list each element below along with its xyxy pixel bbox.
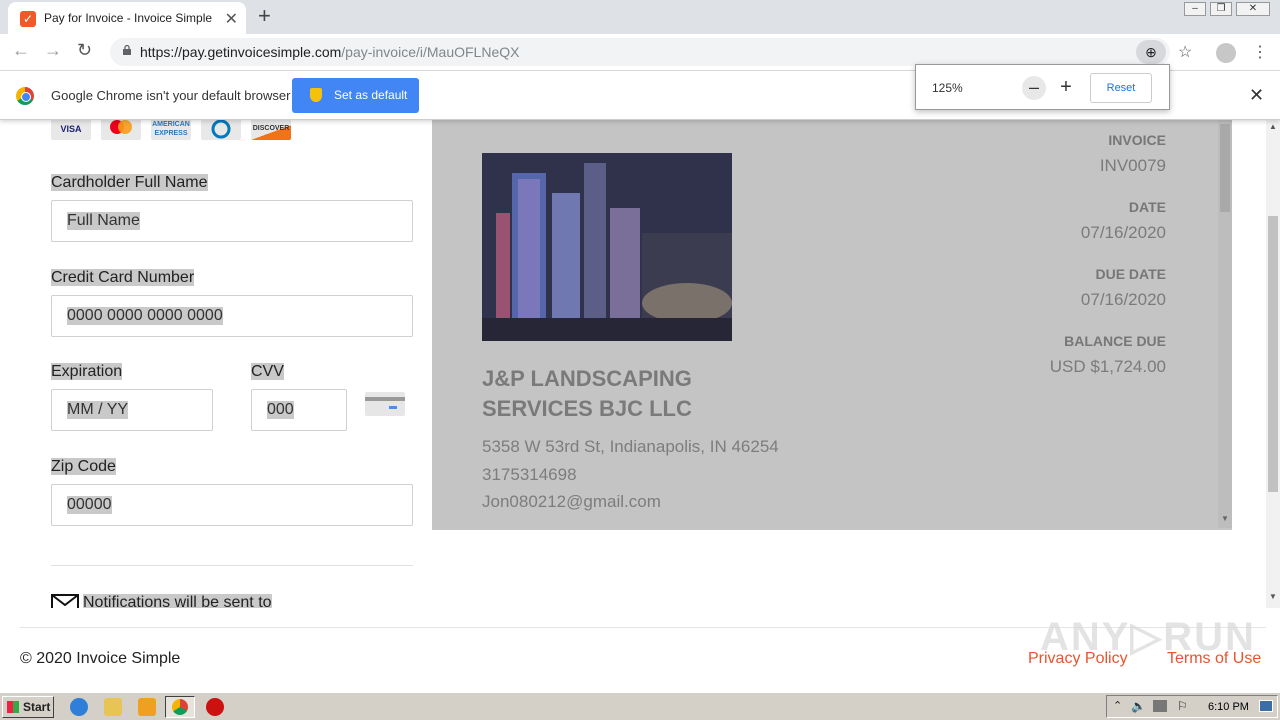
- windows-flag-icon: [7, 701, 19, 713]
- zoom-popup: 125% – + Reset: [915, 64, 1170, 110]
- card-logos: VISA AMERICAN EXPRESS DISCOVER: [51, 120, 291, 140]
- chrome-logo-icon: [16, 87, 34, 105]
- cvv-label: CVV: [251, 363, 284, 380]
- invoice-scroll-thumb[interactable]: [1220, 124, 1230, 212]
- zip-code-input[interactable]: 00000: [51, 484, 413, 526]
- envelope-icon: [51, 594, 79, 608]
- profile-avatar-icon[interactable]: [1216, 43, 1236, 63]
- business-name: J&P LANDSCAPING SERVICES BJC LLC: [482, 366, 692, 421]
- bookmark-star-icon[interactable]: ☆: [1178, 42, 1192, 62]
- shield-icon: [310, 88, 322, 102]
- notifications-text: Notifications will be sent to: [83, 594, 272, 608]
- expiration-placeholder: MM / YY: [67, 401, 129, 419]
- cardholder-label: Cardholder Full Name: [51, 174, 208, 191]
- scroll-up-arrow-icon[interactable]: ▲: [1269, 122, 1277, 131]
- anyrun-watermark: ANY▷RUN: [1040, 615, 1256, 659]
- cardholder-name-input[interactable]: Full Name: [51, 200, 413, 242]
- tab-strip: ✓ Pay for Invoice - Invoice Simple ✕ + –…: [0, 0, 1280, 34]
- reload-icon[interactable]: ↻: [77, 40, 92, 61]
- business-address: 5358 W 53rd St, Indianapolis, IN 46254: [482, 437, 779, 456]
- balance-due-label: BALANCE DUE: [1064, 333, 1166, 349]
- url-path: /pay-invoice/i/MauOFLNeQX: [341, 44, 520, 60]
- media-player-icon[interactable]: [138, 698, 156, 716]
- web-page: VISA AMERICAN EXPRESS DISCOVER Cardholde…: [0, 120, 1266, 692]
- tray-expand-icon[interactable]: ⌃: [1113, 699, 1122, 712]
- page-scroll-thumb[interactable]: [1268, 216, 1278, 492]
- invoice-date: 07/16/2020: [1080, 223, 1166, 242]
- business-email: Jon080212@gmail.com: [482, 492, 661, 511]
- new-tab-icon[interactable]: +: [258, 3, 271, 29]
- file-explorer-icon[interactable]: [104, 698, 122, 716]
- card-number-input[interactable]: 0000 0000 0000 0000: [51, 295, 413, 337]
- zip-label: Zip Code: [51, 458, 116, 475]
- infobar-message: Google Chrome isn't your default browser: [51, 88, 291, 103]
- zoom-level: 125%: [932, 81, 963, 95]
- invoice-panel-scrollbar[interactable]: ▼: [1218, 120, 1232, 528]
- action-center-flag-icon[interactable]: ⚐: [1177, 699, 1188, 713]
- cardholder-placeholder: Full Name: [67, 212, 140, 230]
- network-icon[interactable]: [1153, 700, 1167, 712]
- amex-logo-icon: AMERICAN EXPRESS: [151, 120, 191, 140]
- url-text: https://pay.getinvoicesimple.com/pay-inv…: [140, 44, 519, 60]
- date-label: DATE: [1128, 199, 1166, 215]
- page-scrollbar[interactable]: ▲ ▼: [1266, 120, 1280, 608]
- zoom-magnifier-icon[interactable]: ⊕: [1136, 40, 1166, 64]
- chrome-taskbar-icon: [172, 699, 188, 715]
- business-photo: [482, 153, 732, 341]
- forward-arrow-icon[interactable]: →: [44, 40, 62, 61]
- show-desktop-icon[interactable]: [1259, 700, 1273, 712]
- minimize-window-button[interactable]: –: [1184, 2, 1206, 16]
- close-window-button[interactable]: ✕: [1236, 2, 1270, 16]
- windows-taskbar: Start ⌃ 🔈 ⚐ 6:10 PM: [0, 692, 1280, 720]
- cvv-placeholder: 000: [267, 401, 294, 419]
- chrome-taskbar-button[interactable]: [165, 696, 195, 718]
- invoice-simple-favicon-icon: ✓: [20, 11, 36, 27]
- due-date-label: DUE DATE: [1095, 266, 1166, 282]
- close-infobar-icon[interactable]: ✕: [1249, 85, 1264, 106]
- restore-window-button[interactable]: ❐: [1210, 2, 1232, 16]
- invoice-number: INV0079: [1099, 156, 1166, 175]
- back-arrow-icon[interactable]: ←: [12, 40, 30, 61]
- balance-due: USD $1,724.00: [1049, 357, 1166, 376]
- set-as-default-label: Set as default: [334, 88, 408, 102]
- set-as-default-button[interactable]: Set as default: [292, 78, 419, 113]
- internet-explorer-icon[interactable]: [70, 698, 88, 716]
- discover-logo-icon: DISCOVER: [251, 120, 291, 140]
- invoice-preview-panel: INVOICE INV0079 DATE 07/16/2020 DUE DATE…: [432, 120, 1232, 530]
- volume-icon[interactable]: 🔈: [1131, 699, 1146, 713]
- zip-placeholder: 00000: [67, 496, 112, 514]
- card-number-placeholder: 0000 0000 0000 0000: [67, 307, 223, 325]
- notifications-row: Notifications will be sent to: [51, 594, 351, 608]
- card-number-label: Credit Card Number: [51, 269, 195, 286]
- security-app-icon[interactable]: [206, 698, 224, 716]
- due-date: 07/16/2020: [1080, 290, 1166, 309]
- zoom-out-button[interactable]: –: [1022, 76, 1046, 100]
- address-bar[interactable]: https://pay.getinvoicesimple.com/pay-inv…: [110, 38, 1170, 66]
- system-tray: ⌃ 🔈 ⚐: [1106, 695, 1278, 718]
- url-host: https://pay.getinvoicesimple.com: [140, 44, 342, 60]
- scroll-down-arrow-icon[interactable]: ▼: [1221, 514, 1229, 523]
- zoom-in-button[interactable]: +: [1054, 76, 1078, 100]
- page-scroll-down-arrow-icon[interactable]: ▼: [1269, 592, 1277, 601]
- visa-logo-icon: VISA: [51, 120, 91, 140]
- invoice-label: INVOICE: [1108, 132, 1166, 148]
- taskbar-clock: 6:10 PM: [1208, 701, 1249, 713]
- zoom-reset-button[interactable]: Reset: [1090, 73, 1152, 103]
- expiration-label: Expiration: [51, 363, 123, 380]
- copyright-text: © 2020 Invoice Simple: [20, 650, 181, 667]
- mastercard-logo-icon: [101, 120, 141, 140]
- diners-logo-icon: [201, 120, 241, 140]
- start-button[interactable]: Start: [2, 696, 54, 718]
- form-divider: [51, 565, 413, 566]
- menu-kebab-icon[interactable]: ⋮: [1252, 42, 1268, 62]
- business-phone: 3175314698: [482, 465, 577, 484]
- close-tab-icon[interactable]: ✕: [225, 9, 238, 29]
- lock-icon: [123, 45, 131, 55]
- browser-tab[interactable]: ✓ Pay for Invoice - Invoice Simple ✕: [8, 2, 246, 34]
- tab-title: Pay for Invoice - Invoice Simple: [44, 11, 213, 25]
- expiration-input[interactable]: MM / YY: [51, 389, 213, 431]
- cvv-input[interactable]: 000: [251, 389, 347, 431]
- start-label: Start: [23, 700, 51, 714]
- cvv-card-icon: [365, 392, 405, 416]
